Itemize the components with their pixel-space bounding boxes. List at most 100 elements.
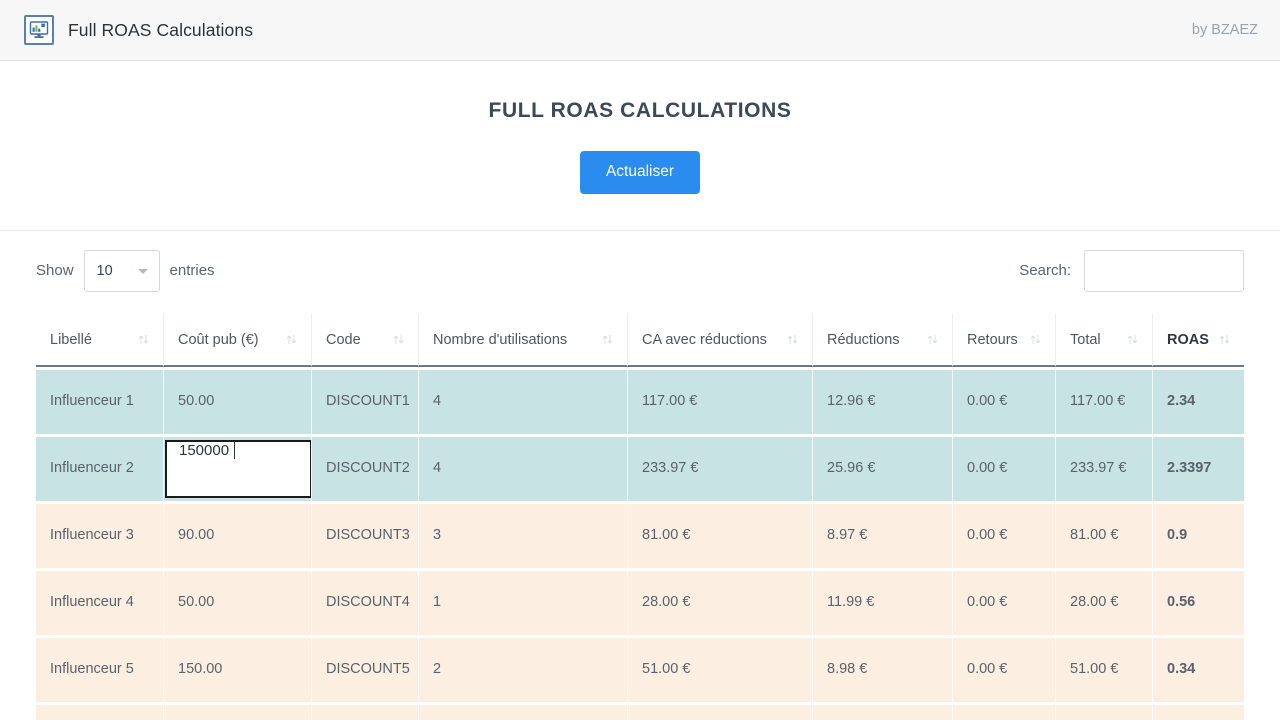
cell-utilisations: 4 [418,436,627,501]
cell-ca: 117.00 € [627,369,812,434]
cell-ca: 51.00 € [627,637,812,702]
cell-libelle: Influenceur 4 [36,570,163,635]
table-row[interactable]: Influenceur 2 150000 DISCOUNT2 4 233.97 … [36,436,1244,501]
refresh-button[interactable]: Actualiser [579,151,701,194]
column-label: Nombre d'utilisations [433,331,568,348]
table-body: Influenceur 1 50.00 DISCOUNT1 4 117.00 €… [36,369,1244,720]
cell-code: DISCOUNT3 [311,503,418,568]
hero-section: FULL ROAS CALCULATIONS Actualiser [0,61,1280,231]
cell-utilisations: 4 [418,369,627,434]
cell-cout-pub[interactable]: 150000 [163,436,311,501]
cell-code: DISCOUNT4 [311,570,418,635]
cell-utilisations: 4 [418,704,627,720]
cell-roas: 0.34 [1152,637,1244,702]
page-length-select[interactable]: 10 [83,249,160,292]
byline: by BZAEZ [1191,22,1258,38]
column-label: Total [1070,331,1101,348]
cell-ca: 126.00 € [627,704,812,720]
cell-ca: 233.97 € [627,436,812,501]
cell-retours: 0.00 € [952,503,1055,568]
cell-total: 81.00 € [1055,503,1152,568]
column-header-retours[interactable]: Retours [952,313,1055,367]
column-header-roas[interactable]: ROAS [1152,313,1244,367]
column-header-cout-pub[interactable]: Coût pub (€) [163,313,311,367]
cell-retours: 0.00 € [952,637,1055,702]
cell-roas: 2.3397 [1152,436,1244,501]
cell-utilisations: 2 [418,637,627,702]
sort-icon [927,335,938,344]
chevron-down-icon [137,268,148,274]
column-label: CA avec réductions [642,331,767,348]
cell-code: DISCOUNT6 [311,704,418,720]
table-row[interactable]: Influenceur 5 150.00 DISCOUNT5 2 51.00 €… [36,637,1244,702]
sort-icon [138,335,149,344]
column-label: Réductions [827,331,900,348]
search-control: Search: [1019,249,1244,292]
app-header: Full ROAS Calculations by BZAEZ [0,0,1280,61]
column-label: Libellé [50,331,92,348]
cell-reductions: 25.96 € [812,436,952,501]
cell-roas: 2.34 [1152,369,1244,434]
column-header-libelle[interactable]: Libellé [36,313,163,367]
column-label: ROAS [1167,331,1209,348]
cell-total: 28.00 € [1055,570,1152,635]
cell-ca: 81.00 € [627,503,812,568]
cell-utilisations: 3 [418,503,627,568]
text-caret [234,442,236,460]
table-row[interactable]: Influenceur 6 500.00 DISCOUNT6 4 126.00 … [36,704,1244,720]
cell-cout-pub[interactable]: 150.00 [163,637,311,702]
cell-reductions: 17.96 € [812,704,952,720]
sort-icon [286,335,297,344]
cell-total: 51.00 € [1055,637,1152,702]
page-length-control: Show 10 entries [36,249,215,292]
page-length-value: 10 [96,262,113,279]
monitor-chart-icon [24,15,54,45]
column-header-ca-avec-reductions[interactable]: CA avec réductions [627,313,812,367]
cell-retours: 0.00 € [952,369,1055,434]
table-row[interactable]: Influenceur 4 50.00 DISCOUNT4 1 28.00 € … [36,570,1244,635]
cell-reductions: 8.97 € [812,503,952,568]
sort-icon [602,335,613,344]
cell-cout-pub[interactable]: 50.00 [163,570,311,635]
table-head: Libellé Coût pub (€) Code Nombre d'utili… [36,313,1244,367]
cell-libelle: Influenceur 3 [36,503,163,568]
cell-utilisations: 1 [418,570,627,635]
app-title: Full ROAS Calculations [68,19,254,40]
cell-reductions: 11.99 € [812,570,952,635]
sort-icon [1030,335,1041,344]
column-header-total[interactable]: Total [1055,313,1152,367]
cell-cout-pub[interactable]: 90.00 [163,503,311,568]
search-input[interactable] [1084,249,1244,292]
table-row[interactable]: Influenceur 3 90.00 DISCOUNT3 3 81.00 € … [36,503,1244,568]
cell-retours: 0.00 € [952,436,1055,501]
entries-label: entries [169,262,215,279]
column-header-code[interactable]: Code [311,313,418,367]
page-title: FULL ROAS CALCULATIONS [488,99,792,122]
sort-icon [787,335,798,344]
cell-reductions: 8.98 € [812,637,952,702]
sort-icon [1127,335,1138,344]
cell-libelle: Influenceur 6 [36,704,163,720]
sort-icon [393,335,404,344]
column-header-nombre-utilisations[interactable]: Nombre d'utilisations [418,313,627,367]
column-label: Code [326,331,361,348]
search-label: Search: [1019,262,1071,279]
cell-code: DISCOUNT2 [311,436,418,501]
cell-cout-pub[interactable]: 50.00 [163,369,311,434]
cell-cout-pub[interactable]: 500.00 [163,704,311,720]
app-brand: Full ROAS Calculations [24,15,253,45]
cell-roas: 0.9 [1152,503,1244,568]
cout-pub-input[interactable]: 150000 [165,439,311,498]
cell-total: 233.97 € [1055,436,1152,501]
cell-reductions: 12.96 € [812,369,952,434]
cell-code: DISCOUNT1 [311,369,418,434]
cell-retours: 0.00 € [952,704,1055,720]
cell-ca: 28.00 € [627,570,812,635]
cell-libelle: Influenceur 5 [36,637,163,702]
roas-table: Libellé Coût pub (€) Code Nombre d'utili… [36,311,1244,720]
column-header-reductions[interactable]: Réductions [812,313,952,367]
sort-icon [1219,335,1230,344]
table-row[interactable]: Influenceur 1 50.00 DISCOUNT1 4 117.00 €… [36,369,1244,434]
table-panel: Show 10 entries Search: Libellé Coût pub… [0,231,1280,720]
cell-code: DISCOUNT5 [311,637,418,702]
